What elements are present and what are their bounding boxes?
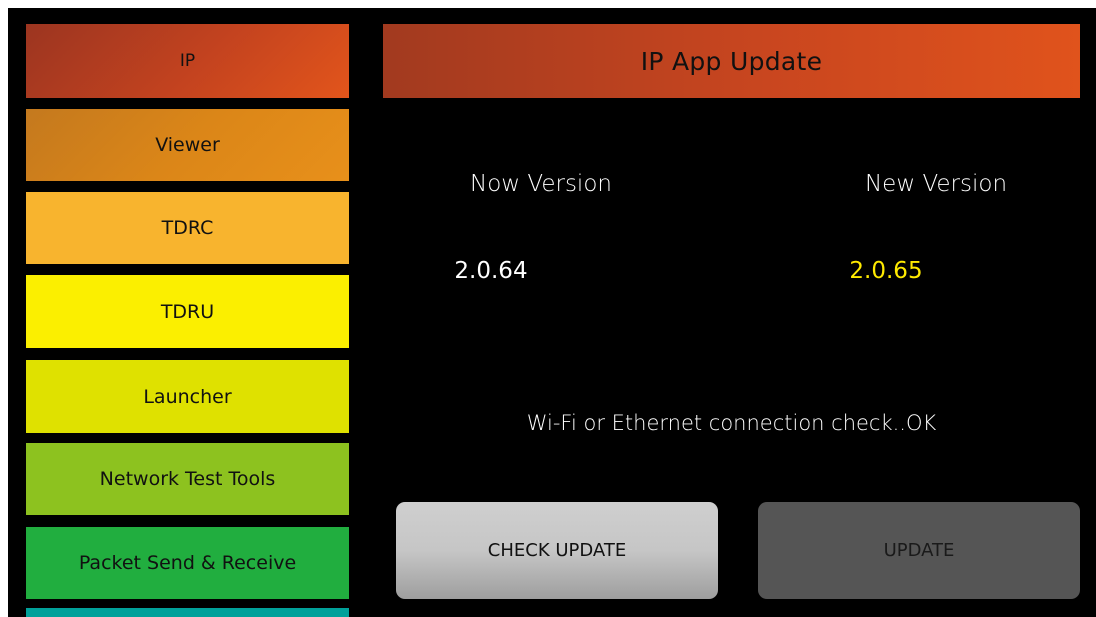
update-label: UPDATE	[883, 540, 955, 561]
sidebar-item-tdru[interactable]: TDRU	[26, 275, 349, 348]
sidebar-item-label: Network Test Tools	[99, 468, 276, 490]
header-bar: IP App Update	[383, 24, 1080, 98]
sidebar-item-network-test-tools[interactable]: Network Test Tools	[26, 443, 349, 515]
sidebar-item-label: TDRC	[161, 217, 214, 239]
check-update-button[interactable]: CHECK UPDATE	[396, 502, 718, 599]
new-version-value: 2.0.65	[849, 258, 923, 284]
update-button[interactable]: UPDATE	[758, 502, 1080, 599]
sidebar-item-label: IP	[179, 51, 196, 71]
connection-status: Wi-Fi or Ethernet connection check..OK	[526, 411, 937, 435]
sidebar-item-launcher[interactable]: Launcher	[26, 360, 349, 433]
sidebar-item-label: TDRU	[160, 300, 215, 323]
sidebar-item-label: Launcher	[143, 385, 232, 408]
sidebar-item-viewer[interactable]: Viewer	[26, 109, 349, 181]
sidebar-item-tdrc[interactable]: TDRC	[26, 192, 349, 264]
sidebar-item-ip[interactable]: IP	[26, 24, 349, 98]
page-title: IP App Update	[640, 46, 823, 76]
sidebar-item-label: Packet Send & Receive	[78, 552, 297, 574]
sidebar-item-packet-send-receive[interactable]: Packet Send & Receive	[26, 527, 349, 599]
sidebar-item-partial[interactable]	[26, 608, 349, 617]
now-version-value: 2.0.64	[454, 258, 528, 284]
app-window: IP Viewer TDRC TDRU Launcher Network Tes…	[8, 8, 1096, 617]
now-version-label: Now Version	[470, 171, 612, 197]
new-version-label: New Version	[864, 171, 1008, 197]
check-update-label: CHECK UPDATE	[487, 540, 627, 561]
sidebar-item-label: Viewer	[155, 134, 220, 156]
